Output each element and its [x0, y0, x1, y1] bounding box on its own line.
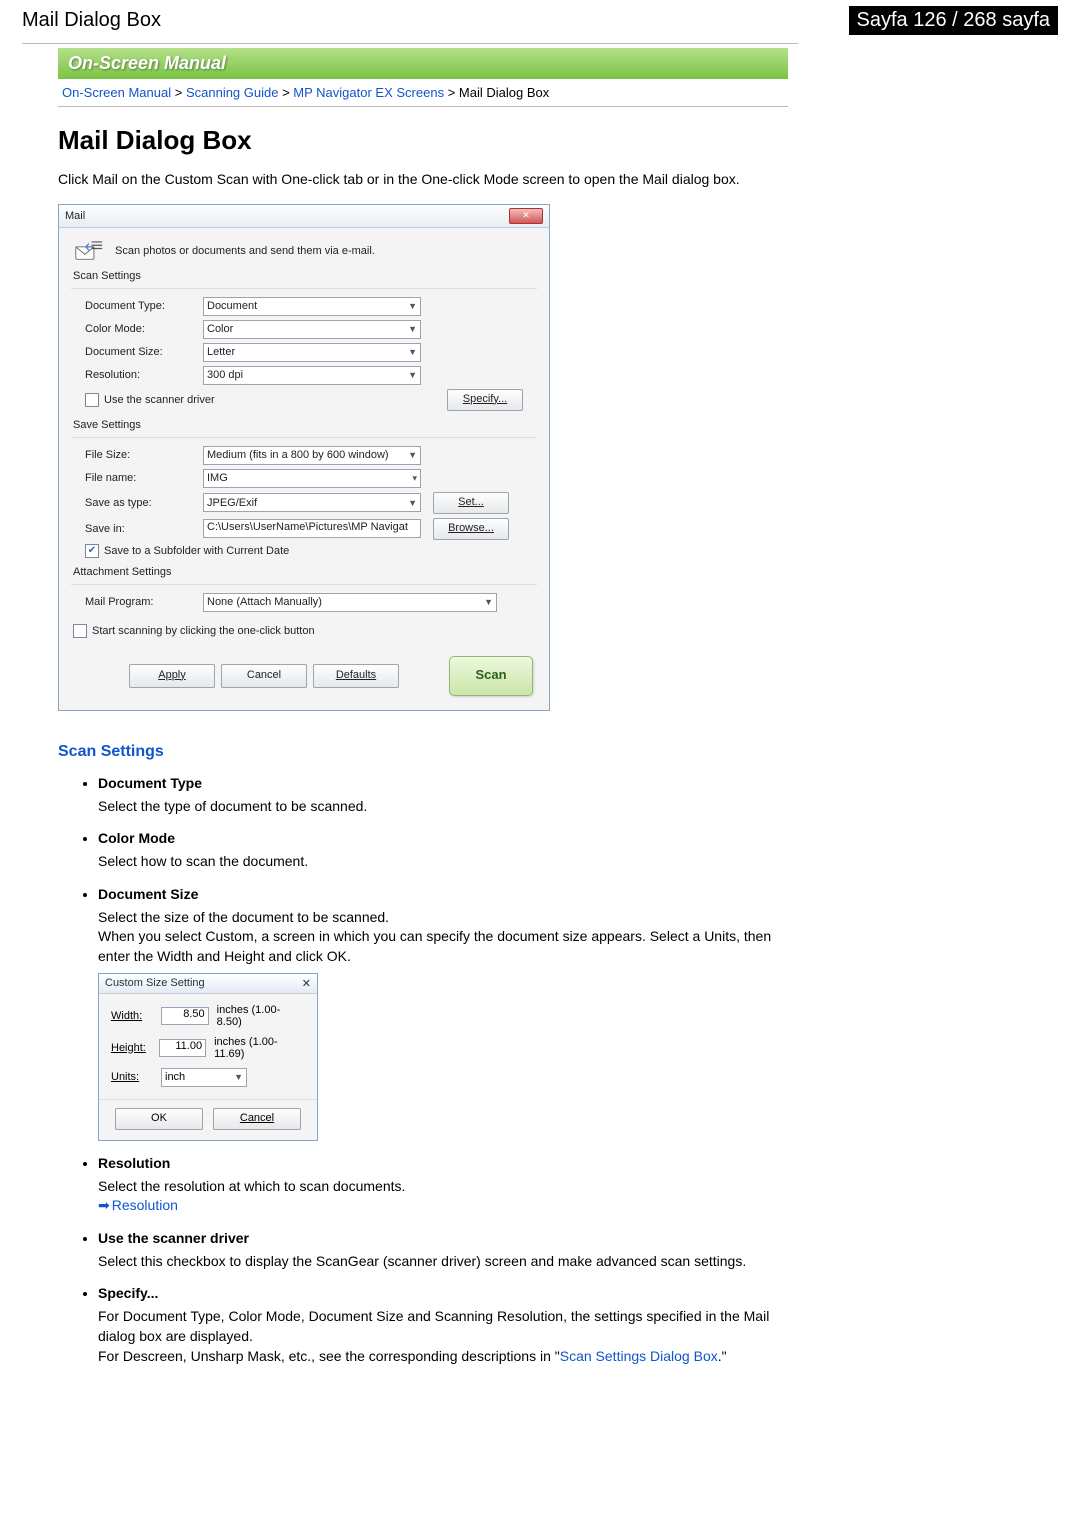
chevron-down-icon: ▼ [408, 370, 417, 380]
crumb-mpnav-screens[interactable]: MP Navigator EX Screens [293, 85, 444, 100]
file-size-select[interactable]: Medium (fits in a 800 by 600 window)▼ [203, 446, 421, 465]
mail-dialog: Mail ✕ Scan photos or documents and send… [58, 204, 550, 711]
close-icon[interactable]: ✕ [509, 208, 543, 224]
opt-color-mode-desc: Select how to scan the document. [98, 852, 788, 872]
intro-text: Click Mail on the Custom Scan with One-c… [58, 170, 788, 190]
csw-height-range: inches (1.00-11.69) [214, 1036, 305, 1060]
opt-doc-type-title: Document Type [98, 775, 788, 791]
save-as-label: Save as type: [85, 497, 203, 509]
use-driver-label: Use the scanner driver [104, 394, 215, 406]
crumb-sep: > [444, 85, 459, 100]
mail-program-select[interactable]: None (Attach Manually)▼ [203, 593, 497, 612]
save-settings-heading: Save Settings [73, 419, 535, 431]
page-title: Mail Dialog Box [58, 125, 788, 156]
crumb-scanning-guide[interactable]: Scanning Guide [186, 85, 279, 100]
opt-color-mode-title: Color Mode [98, 830, 788, 846]
chevron-down-icon: ▼ [408, 301, 417, 311]
subfolder-label: Save to a Subfolder with Current Date [104, 545, 289, 557]
save-in-path: C:\Users\UserName\Pictures\MP Navigat [203, 519, 421, 538]
save-in-label: Save in: [85, 523, 203, 535]
csw-width-label: Width: [111, 1010, 161, 1022]
chevron-down-icon: ▼ [408, 450, 417, 460]
opt-doc-size-title: Document Size [98, 886, 788, 902]
cancel-button[interactable]: Cancel [221, 664, 307, 688]
opt-doc-type-desc: Select the type of document to be scanne… [98, 797, 788, 817]
scan-settings-h2: Scan Settings [58, 743, 788, 761]
resolution-select[interactable]: 300 dpi▼ [203, 366, 421, 385]
subfolder-checkbox[interactable]: ✔ [85, 544, 99, 558]
csw-height-label: Height: [111, 1042, 159, 1054]
mail-icon [75, 240, 103, 262]
chevron-down-icon: ▼ [408, 324, 417, 334]
opt-specify-title: Specify... [98, 1285, 788, 1301]
defaults-button[interactable]: Defaults [313, 664, 399, 688]
csw-cancel-button[interactable]: Cancel [213, 1108, 301, 1130]
color-mode-label: Color Mode: [85, 323, 203, 335]
file-name-label: File name: [85, 472, 203, 484]
resolution-link[interactable]: Resolution [112, 1197, 178, 1213]
crumb-onscreen-manual[interactable]: On-Screen Manual [62, 85, 171, 100]
specify-button[interactable]: Specify... [447, 389, 523, 411]
save-as-select[interactable]: JPEG/Exif▼ [203, 493, 421, 512]
doc-size-select[interactable]: Letter▼ [203, 343, 421, 362]
custom-size-dialog: Custom Size Setting ✕ Width:8.50 inches (1… [98, 973, 318, 1141]
page-header-right: Sayfa 126 / 268 sayfa [849, 6, 1058, 35]
opt-use-driver-title: Use the scanner driver [98, 1230, 788, 1246]
start-scanning-label: Start scanning by clicking the one-click… [92, 625, 315, 637]
opt-resolution-title: Resolution [98, 1155, 788, 1171]
file-size-label: File Size: [85, 449, 203, 461]
csw-title: Custom Size Setting [105, 977, 205, 989]
opt-specify-desc2: For Descreen, Unsharp Mask, etc., see th… [98, 1347, 788, 1367]
mail-program-label: Mail Program: [85, 596, 203, 608]
page-header-left: Mail Dialog Box [22, 9, 161, 32]
color-mode-select[interactable]: Color▼ [203, 320, 421, 339]
csw-ok-button[interactable]: OK [115, 1108, 203, 1130]
csw-units-select[interactable]: inch▼ [161, 1068, 247, 1087]
opt-resolution-desc: Select the resolution at which to scan d… [98, 1177, 788, 1197]
dialog-tagline: Scan photos or documents and send them v… [115, 245, 375, 257]
scan-settings-dialog-link[interactable]: Scan Settings Dialog Box [560, 1348, 718, 1364]
crumb-sep: > [171, 85, 186, 100]
breadcrumb: On-Screen Manual > Scanning Guide > MP N… [58, 79, 788, 107]
scan-button[interactable]: Scan [449, 656, 533, 696]
chevron-down-icon: ▼ [408, 498, 417, 508]
opt-use-driver-desc: Select this checkbox to display the Scan… [98, 1252, 788, 1272]
scan-settings-heading: Scan Settings [73, 270, 535, 282]
apply-button[interactable]: Apply [129, 664, 215, 688]
chevron-down-icon: ▾ [412, 473, 417, 484]
chevron-down-icon: ▼ [484, 597, 493, 607]
file-name-combo[interactable]: IMG▾ [203, 469, 421, 488]
chevron-down-icon: ▼ [234, 1072, 243, 1082]
arrow-right-icon: ➡ [98, 1197, 110, 1213]
doc-type-label: Document Type: [85, 300, 203, 312]
opt-specify-desc1: For Document Type, Color Mode, Document … [98, 1307, 788, 1346]
csw-height-input[interactable]: 11.00 [159, 1039, 206, 1057]
opt-doc-size-desc1: Select the size of the document to be sc… [98, 908, 788, 928]
resolution-label: Resolution: [85, 369, 203, 381]
crumb-current: Mail Dialog Box [459, 85, 549, 100]
csw-width-range: inches (1.00-8.50) [217, 1004, 305, 1028]
start-scanning-checkbox[interactable] [73, 624, 87, 638]
browse-button[interactable]: Browse... [433, 518, 509, 540]
manual-band: On-Screen Manual [58, 48, 788, 79]
csw-units-label: Units: [111, 1071, 161, 1083]
opt-doc-size-desc2: When you select Custom, a screen in whic… [98, 927, 788, 966]
chevron-down-icon: ▼ [408, 347, 417, 357]
set-button[interactable]: Set... [433, 492, 509, 514]
doc-size-label: Document Size: [85, 346, 203, 358]
attach-settings-heading: Attachment Settings [73, 566, 535, 578]
dialog-title: Mail [65, 210, 85, 222]
crumb-sep: > [278, 85, 293, 100]
doc-type-select[interactable]: Document▼ [203, 297, 421, 316]
use-driver-checkbox[interactable] [85, 393, 99, 407]
csw-width-input[interactable]: 8.50 [161, 1007, 209, 1025]
close-icon[interactable]: ✕ [302, 977, 311, 990]
